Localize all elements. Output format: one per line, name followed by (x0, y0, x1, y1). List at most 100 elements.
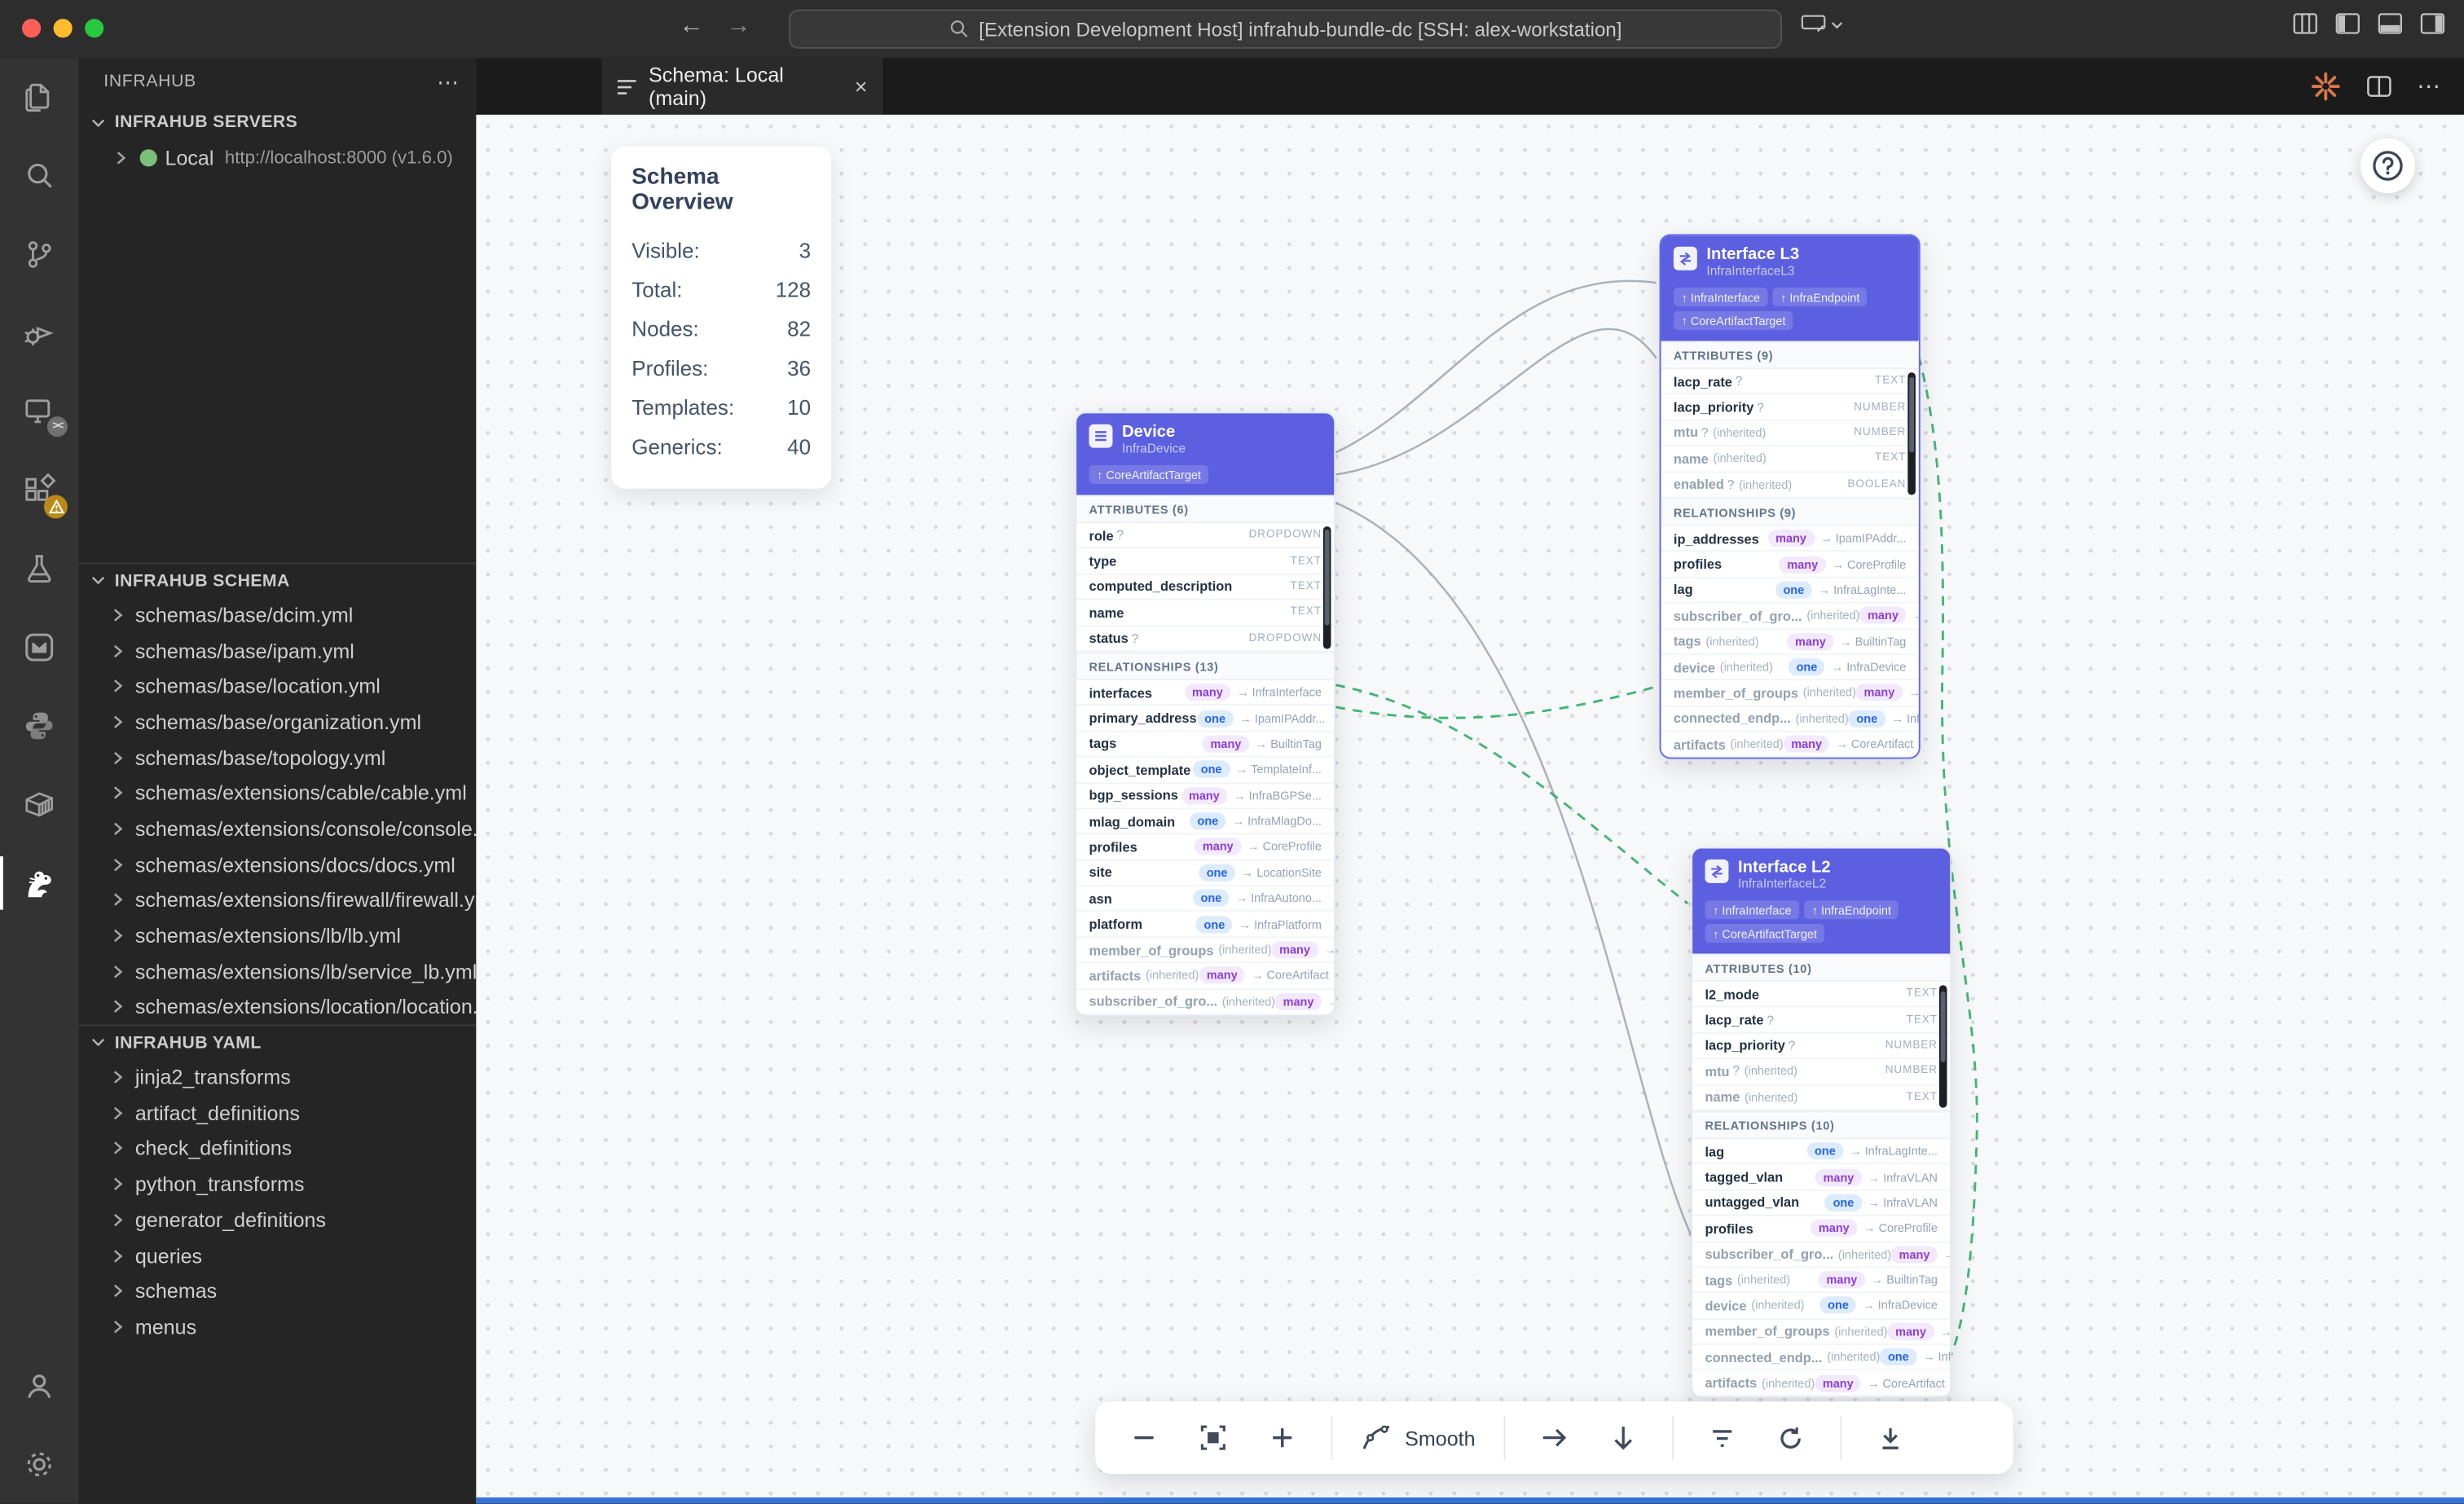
schema-file-item[interactable]: schemas/base/organization.yml (78, 704, 476, 740)
zoom-out-button[interactable] (1124, 1418, 1164, 1458)
relationship-row[interactable]: primary_address oneIpamIPAddr... (1076, 706, 1334, 732)
relationship-row[interactable]: tags(inherited) manyBuiltinTag (1661, 629, 1918, 655)
yaml-item[interactable]: schemas (78, 1273, 476, 1309)
yaml-item[interactable]: check_definitions (78, 1131, 476, 1167)
relationship-row[interactable]: ip_addresses manyIpamIPAddr... (1661, 526, 1918, 552)
attribute-row[interactable]: mtu?(inherited) NUMBER (1692, 1059, 1950, 1085)
relationship-row[interactable]: artifacts(inherited) manyCoreArtifact (1661, 732, 1918, 759)
nav-back-icon[interactable]: ← (679, 12, 704, 41)
relationship-row[interactable]: platform oneInfraPlatform (1076, 912, 1334, 938)
schema-file-item[interactable]: schemas/base/ipam.yml (78, 633, 476, 669)
relationship-row[interactable]: artifacts(inherited) manyCoreArtifact (1692, 1371, 1950, 1397)
source-control-icon[interactable] (0, 215, 78, 293)
section-infrahub-schema[interactable]: INFRAHUB SCHEMA (78, 562, 476, 596)
relationship-row[interactable]: tags(inherited) manyBuiltinTag (1692, 1268, 1950, 1294)
relationship-row[interactable]: bgp_sessions manyInfraBGPSe... (1076, 783, 1334, 809)
attribute-row[interactable]: role? DROPDOWN (1076, 523, 1334, 549)
relationship-row[interactable]: device(inherited) oneInfraDevice (1661, 655, 1918, 681)
relationship-row[interactable]: tagged_vlan manyInfraVLAN (1692, 1165, 1950, 1191)
relationship-row[interactable]: connected_endp...(inherited) oneInfraEnd… (1692, 1345, 1950, 1371)
settings-gear-icon[interactable] (0, 1425, 78, 1503)
download-button[interactable] (1870, 1418, 1911, 1458)
attributes-scrollbar[interactable] (1907, 372, 1916, 495)
yaml-item[interactable]: queries (78, 1238, 476, 1273)
relationship-row[interactable]: subscriber_of_gro...(inherited) manyCore… (1076, 989, 1334, 1015)
relationship-row[interactable]: artifacts(inherited) manyCoreArtifact (1076, 964, 1334, 990)
testing-icon[interactable] (0, 530, 78, 608)
toggle-sidebar-right-icon[interactable] (2420, 12, 2445, 34)
attribute-row[interactable]: type TEXT (1076, 549, 1334, 575)
nav-forward-icon[interactable]: → (726, 12, 751, 41)
containers-icon[interactable] (0, 765, 78, 843)
attribute-row[interactable]: lacp_rate? TEXT (1692, 1008, 1950, 1034)
run-debug-icon[interactable] (0, 294, 78, 372)
m-extension-icon[interactable] (0, 608, 78, 686)
schema-file-item[interactable]: schemas/base/location.yml (78, 668, 476, 704)
section-infrahub-servers[interactable]: INFRAHUB SERVERS (78, 105, 476, 139)
fit-view-button[interactable] (1193, 1418, 1234, 1458)
node-card-interface-l3[interactable]: Interface L3 InfraInterfaceL3 ↑ InfraInt… (1660, 234, 1921, 759)
accounts-icon[interactable] (0, 1347, 78, 1425)
relationship-row[interactable]: lag oneInfraLagInte... (1661, 578, 1918, 604)
layout-horizontal-button[interactable] (1533, 1418, 1574, 1458)
minimize-window-button[interactable] (54, 19, 73, 37)
attribute-row[interactable]: name TEXT (1076, 600, 1334, 627)
relationship-row[interactable]: mlag_domain oneInfraMlagDo... (1076, 809, 1334, 835)
relationship-row[interactable]: member_of_groups(inherited) manyCoreGrou… (1692, 1319, 1950, 1345)
screencast-control[interactable] (1801, 14, 1843, 34)
relationship-row[interactable]: subscriber_of_gro...(inherited) manyCore… (1661, 604, 1918, 630)
relationship-row[interactable]: profiles manyCoreProfile (1661, 552, 1918, 578)
schema-file-item[interactable]: schemas/extensions/console/console.yaml (78, 811, 476, 847)
toggle-sidebar-left-icon[interactable] (2335, 12, 2361, 34)
command-center-search[interactable]: [Extension Development Host] infrahub-bu… (789, 10, 1782, 49)
attribute-row[interactable]: name(inherited) TEXT (1692, 1085, 1950, 1111)
zoom-in-button[interactable] (1262, 1418, 1303, 1458)
relationship-row[interactable]: member_of_groups(inherited) manyCoreGrou… (1661, 681, 1918, 707)
close-window-button[interactable] (22, 19, 41, 37)
yaml-item[interactable]: generator_definitions (78, 1202, 476, 1238)
schema-file-item[interactable]: schemas/base/topology.yml (78, 740, 476, 776)
schema-canvas[interactable]: Schema Overview Visible:3 Total:128 Node… (476, 115, 2464, 1504)
attribute-row[interactable]: computed_description TEXT (1076, 574, 1334, 600)
layout-vertical-button[interactable] (1603, 1418, 1643, 1458)
relationship-row[interactable]: member_of_groups(inherited) manyCoreGrou… (1076, 938, 1334, 964)
node-card-interface-l2[interactable]: Interface L2 InfraInterfaceL2 ↑ InfraInt… (1691, 847, 1951, 1398)
attribute-row[interactable]: lacp_priority? NUMBER (1692, 1034, 1950, 1060)
schema-file-item[interactable]: schemas/extensions/cable/cable.yml (78, 776, 476, 811)
relationship-row[interactable]: lag oneInfraLagInte... (1692, 1139, 1950, 1165)
schema-file-item[interactable]: schemas/extensions/location/location.yml (78, 989, 476, 1025)
attributes-scrollbar[interactable] (1938, 985, 1947, 1107)
attribute-row[interactable]: name(inherited) TEXT (1661, 446, 1918, 473)
relationship-row[interactable]: profiles manyCoreProfile (1692, 1216, 1950, 1242)
search-icon[interactable] (0, 137, 78, 215)
server-item-local[interactable]: Local http://localhost:8000 (v1.6.0) (78, 140, 476, 176)
relationship-row[interactable]: subscriber_of_gro...(inherited) manyCore… (1692, 1242, 1950, 1269)
relationship-row[interactable]: object_template oneTemplateInf... (1076, 758, 1334, 784)
attribute-row[interactable]: l2_mode TEXT (1692, 982, 1950, 1008)
extensions-icon[interactable] (0, 451, 78, 529)
tab-schema-local[interactable]: Schema: Local (main) × (602, 58, 885, 114)
attribute-row[interactable]: mtu?(inherited) NUMBER (1661, 420, 1918, 446)
schema-file-item[interactable]: schemas/extensions/lb/lb.yml (78, 918, 476, 954)
refresh-button[interactable] (1771, 1418, 1811, 1458)
infrahub-starburst-icon[interactable] (2310, 71, 2342, 103)
remote-explorer-icon[interactable]: >< (0, 372, 78, 451)
node-card-device[interactable]: Device InfraDevice ↑ CoreArtifactTarget … (1075, 411, 1335, 1017)
panel-more-actions-icon[interactable]: ⋯ (437, 68, 460, 95)
help-button[interactable] (2361, 139, 2416, 193)
relationship-row[interactable]: interfaces manyInfraInterface (1076, 680, 1334, 706)
zoom-window-button[interactable] (85, 19, 103, 37)
attributes-scrollbar[interactable] (1322, 526, 1331, 649)
split-editor-icon[interactable] (2366, 76, 2391, 98)
editor-more-actions-icon[interactable]: ⋯ (2417, 73, 2442, 101)
yaml-item[interactable]: menus (78, 1309, 476, 1345)
yaml-item[interactable]: artifact_definitions (78, 1095, 476, 1131)
yaml-item[interactable]: python_transforms (78, 1167, 476, 1203)
schema-file-item[interactable]: schemas/extensions/firewall/firewall.yml (78, 882, 476, 918)
python-icon[interactable] (0, 687, 78, 765)
schema-file-item[interactable]: schemas/base/dcim.yml (78, 597, 476, 633)
window-controls[interactable] (22, 19, 103, 37)
relationship-row[interactable]: tags manyBuiltinTag (1076, 732, 1334, 758)
attribute-row[interactable]: lacp_priority? NUMBER (1661, 395, 1918, 421)
relationship-row[interactable]: untagged_vlan oneInfraVLAN (1692, 1190, 1950, 1216)
